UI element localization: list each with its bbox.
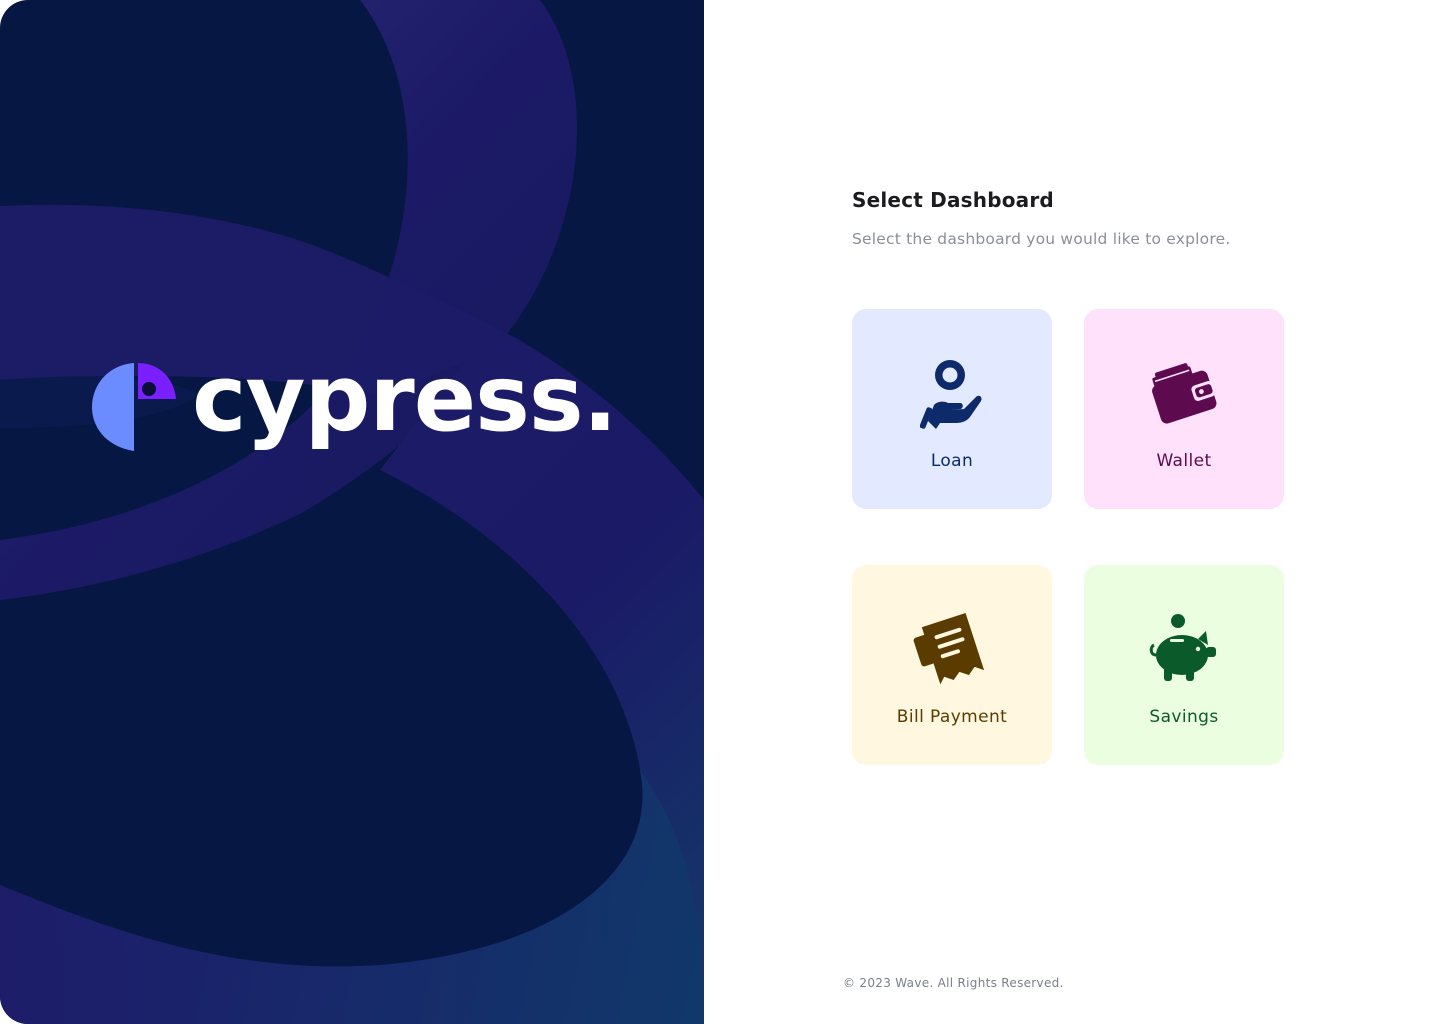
hero-panel: cypress. xyxy=(0,0,704,1024)
dashboard-grid: Loan Wallet Bill Payment Savings xyxy=(852,309,1284,765)
hand-coin-icon xyxy=(912,353,992,433)
dashboard-card-label: Wallet xyxy=(1156,451,1212,471)
brand-name: cypress. xyxy=(192,345,618,452)
hero-ribbon-background xyxy=(0,0,704,1024)
wallet-icon xyxy=(1144,353,1224,433)
dashboard-card-bill-payment[interactable]: Bill Payment xyxy=(852,565,1052,765)
page-subtitle: Select the dashboard you would like to e… xyxy=(852,230,1231,248)
dashboard-card-label: Savings xyxy=(1149,707,1219,727)
dashboard-card-savings[interactable]: Savings xyxy=(1084,565,1284,765)
dashboard-card-loan[interactable]: Loan xyxy=(852,309,1052,509)
dashboard-selector: Select Dashboard Select the dashboard yo… xyxy=(852,188,1312,765)
dashboard-card-label: Loan xyxy=(930,451,974,471)
dashboard-card-label: Bill Payment xyxy=(896,707,1008,727)
receipt-icon xyxy=(912,609,992,689)
cypress-bird-logo-icon xyxy=(92,363,176,451)
copyright-footer: © 2023 Wave. All Rights Reserved. xyxy=(843,976,1064,990)
page-title: Select Dashboard xyxy=(852,188,1054,212)
brand-lockup: cypress. xyxy=(90,345,618,455)
dashboard-card-wallet[interactable]: Wallet xyxy=(1084,309,1284,509)
dashboard-select-page: cypress. Select Dashboard Select the das… xyxy=(0,0,1440,1024)
piggy-bank-icon xyxy=(1144,609,1224,689)
